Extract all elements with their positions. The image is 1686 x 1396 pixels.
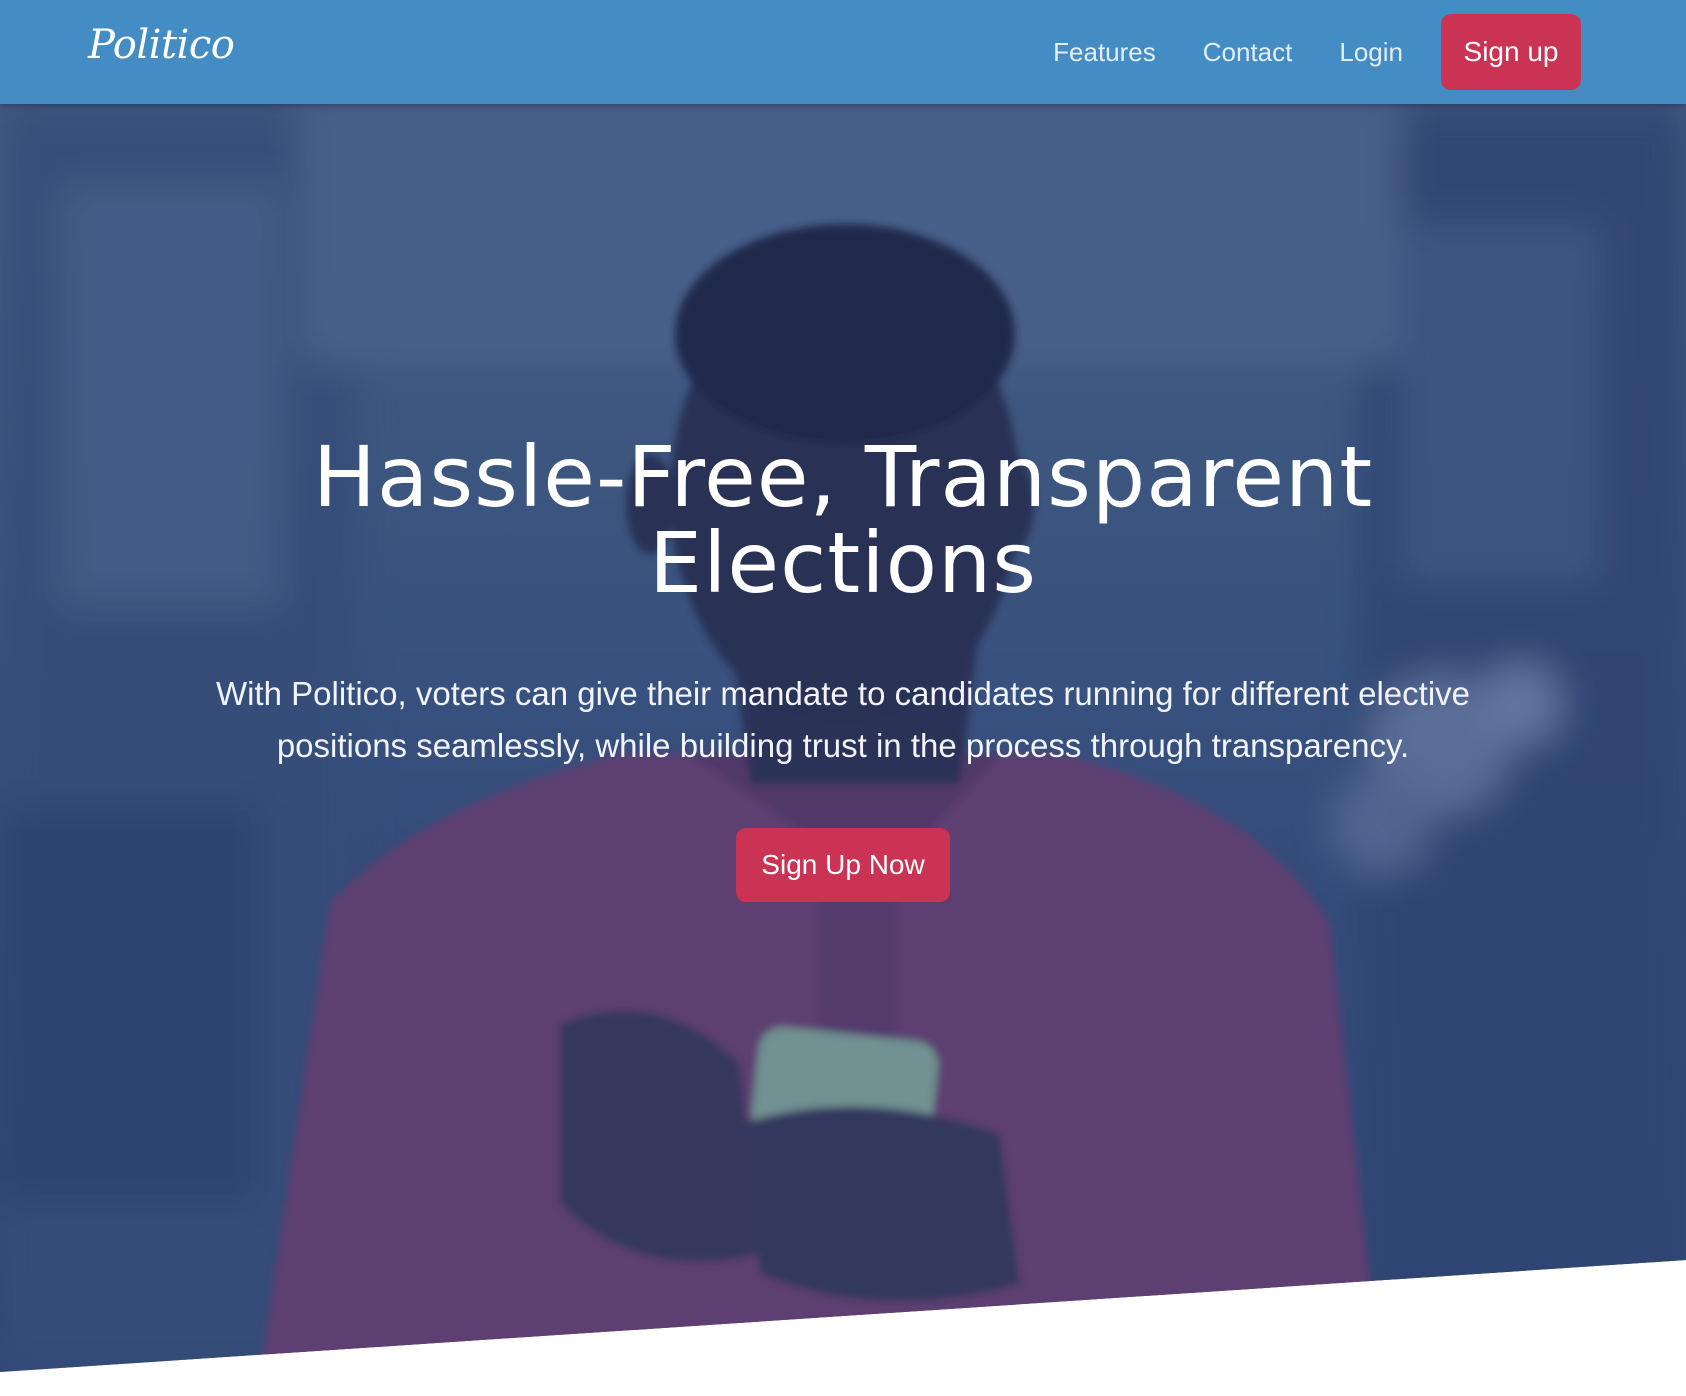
navbar: Politico Features Contact Login Sign up	[0, 0, 1686, 104]
brand-logo[interactable]: Politico	[88, 22, 235, 68]
signup-now-button[interactable]: Sign Up Now	[736, 828, 950, 902]
nav-link-contact[interactable]: Contact	[1203, 37, 1293, 68]
nav-links: Features Contact Login Sign up	[1006, 14, 1581, 90]
hero-section: Hassle-Free, Transparent Elections With …	[0, 104, 1686, 1372]
hero-content: Hassle-Free, Transparent Elections With …	[0, 434, 1686, 902]
nav-link-features[interactable]: Features	[1053, 37, 1156, 68]
signup-button[interactable]: Sign up	[1441, 14, 1581, 90]
hero-description: With Politico, voters can give their man…	[215, 675, 1471, 764]
hero-title: Hassle-Free, Transparent Elections	[312, 428, 1374, 612]
nav-link-login[interactable]: Login	[1339, 37, 1403, 68]
